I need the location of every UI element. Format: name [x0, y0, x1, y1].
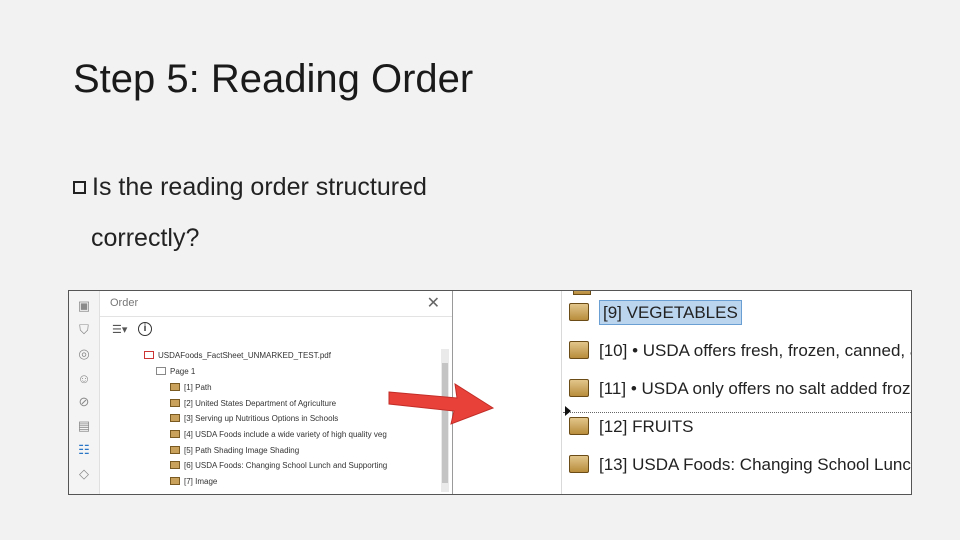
bullet-line-2: correctly? [91, 224, 200, 252]
navigation-toolbar: ▣ ⛉ ◎ ☺ ⊘ ▤ ☷ ◇ [69, 291, 100, 494]
layers-icon[interactable]: ◎ [77, 347, 91, 361]
tag-box-icon [569, 303, 589, 321]
zoom-item[interactable]: [10] • USDA offers fresh, frozen, canned… [569, 341, 911, 371]
insertion-caret-icon [565, 406, 571, 416]
bullet-question: Is the reading order structured correctl… [73, 162, 533, 264]
insertion-line [563, 412, 911, 413]
tree-item[interactable]: [1] Path [170, 383, 212, 397]
tag-box-icon [569, 341, 589, 359]
tree-item[interactable]: [2] United States Department of Agricult… [170, 399, 336, 413]
zoom-item[interactable]: [13] USDA Foods: Changing School Lunch a… [569, 455, 911, 485]
red-arrow-icon [388, 382, 495, 425]
page-icon [156, 367, 166, 375]
tag-box-icon [170, 461, 180, 469]
bullet-line-1: Is the reading order structured [92, 173, 427, 201]
close-icon[interactable]: ✕ [427, 293, 440, 313]
order-panel-title: Order [110, 297, 139, 309]
tag-box-icon [569, 455, 589, 473]
tag-box-icon [170, 414, 180, 422]
pages-icon[interactable]: ▣ [77, 299, 91, 313]
info-icon[interactable]: i [138, 322, 152, 336]
slide-title: Step 5: Reading Order [73, 57, 474, 101]
zoom-item[interactable]: [11] • USDA only offers no salt added fr… [569, 379, 911, 409]
tree-item[interactable]: [6] USDA Foods: Changing School Lunch an… [170, 461, 387, 475]
gutter-divider [561, 291, 562, 494]
tree-item-page[interactable]: Page 1 [156, 367, 195, 381]
tag-box-icon [573, 291, 591, 295]
tag-box-icon [170, 446, 180, 454]
zoom-item-fruits[interactable]: [12] FRUITS [569, 417, 693, 447]
content-icon[interactable]: ▤ [77, 419, 91, 433]
checkbox-bullet-icon [73, 181, 86, 194]
tags-icon[interactable]: ◇ [77, 467, 91, 481]
tree-item[interactable]: [7] Image [170, 477, 217, 491]
tag-box-icon [170, 477, 180, 485]
pdf-file-icon [144, 351, 154, 359]
options-menu-icon[interactable]: ☰▾ [112, 323, 127, 336]
tag-box-icon [569, 379, 589, 397]
tag-box-icon [170, 383, 180, 391]
tag-box-icon [170, 430, 180, 438]
tag-box-icon [569, 417, 589, 435]
panel-divider [100, 316, 452, 317]
tree-item[interactable]: [3] Serving up Nutritious Options in Sch… [170, 414, 338, 428]
bookmark-icon[interactable]: ⛉ [77, 323, 91, 337]
zoomed-order-view: [9] VEGETABLES [10] • USDA offers fresh,… [453, 291, 911, 494]
order-icon[interactable]: ☷ [77, 443, 91, 457]
tree-item[interactable]: [5] Path Shading Image Shading [170, 446, 299, 460]
accessibility-icon[interactable]: ☺ [77, 372, 91, 386]
tag-box-icon [170, 399, 180, 407]
attachment-icon[interactable]: ⊘ [77, 395, 91, 409]
tree-item[interactable]: [4] USDA Foods include a wide variety of… [170, 430, 440, 444]
zoom-item-vegetables[interactable]: [9] VEGETABLES [569, 300, 742, 333]
tree-item-document[interactable]: USDAFoods_FactSheet_UNMARKED_TEST.pdf [144, 351, 331, 365]
